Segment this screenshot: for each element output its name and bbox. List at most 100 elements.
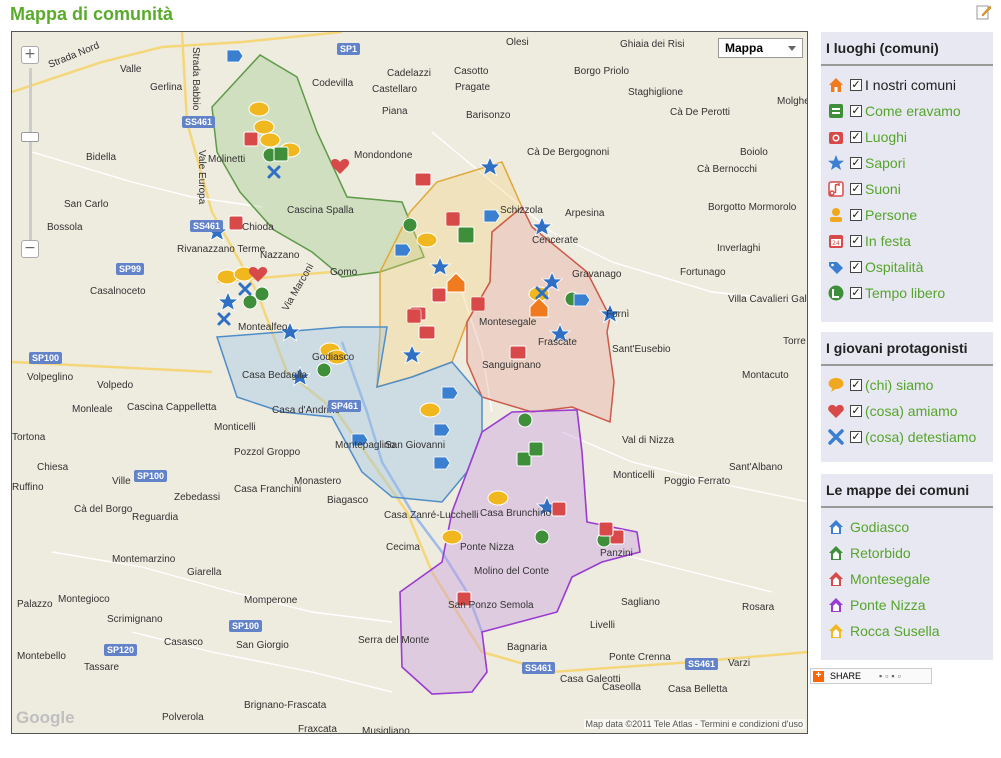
layer-label[interactable]: (cosa) detestiamo bbox=[865, 429, 976, 445]
place-label: Tassare bbox=[84, 662, 120, 673]
edit-icon[interactable] bbox=[976, 4, 992, 20]
place-label: Casalnoceto bbox=[90, 286, 146, 297]
place-label: Codevilla bbox=[312, 78, 354, 89]
layer-item-tempo-libero[interactable]: ✓ Tempo libero bbox=[821, 280, 993, 306]
zoom-in-button[interactable]: + bbox=[21, 46, 39, 64]
place-label: Casa Belletta bbox=[668, 684, 728, 695]
layer-item-i-nostri-comuni[interactable]: ✓ I nostri comuni bbox=[821, 72, 993, 98]
layer-label[interactable]: Ponte Nizza bbox=[850, 597, 925, 613]
zoom-slider-track[interactable] bbox=[29, 68, 32, 248]
place-label: Montegioco bbox=[58, 594, 110, 605]
panel-title: Le mappe dei comuni bbox=[821, 474, 993, 508]
place-label: Casa Brunchino bbox=[480, 508, 552, 519]
place-label: Sagliano bbox=[621, 597, 660, 608]
layer-item-persone[interactable]: ✓ Persone bbox=[821, 202, 993, 228]
layer-label[interactable]: (cosa) amiamo bbox=[865, 403, 958, 419]
layer-item-rocca-susella[interactable]: Rocca Susella bbox=[821, 618, 993, 644]
house-icon bbox=[826, 621, 846, 641]
layer-label[interactable]: (chi) siamo bbox=[865, 377, 933, 393]
layer-item-cosa-amiamo[interactable]: ✓ (cosa) amiamo bbox=[821, 398, 993, 424]
layer-item-sapori[interactable]: ✓ Sapori bbox=[821, 150, 993, 176]
place-label: Giarella bbox=[187, 567, 222, 578]
road-shield: SS461 bbox=[685, 658, 719, 670]
layer-item-godiasco[interactable]: Godiasco bbox=[821, 514, 993, 540]
layer-label[interactable]: Persone bbox=[865, 207, 917, 223]
street-label: Strada Babbio bbox=[190, 47, 201, 111]
place-label: Caseolla bbox=[602, 682, 641, 693]
page-title: Mappa di comunità bbox=[10, 4, 174, 24]
layer-checkbox[interactable]: ✓ bbox=[850, 105, 862, 117]
google-logo: Google bbox=[16, 708, 75, 727]
place-label: Cà Bernocchi bbox=[697, 164, 758, 175]
layer-label[interactable]: Montesegale bbox=[850, 571, 930, 587]
road-shield: SP120 bbox=[104, 644, 138, 656]
place-label: Cà del Borgo bbox=[74, 504, 133, 515]
place-label: Nazzano bbox=[260, 250, 300, 261]
place-label: Cencerate bbox=[532, 235, 579, 246]
place-label: Cà De Perotti bbox=[670, 107, 731, 118]
map[interactable]: + − Mappa Olesi Ghiaia dei Risi Borgo Pr… bbox=[11, 31, 808, 734]
layer-checkbox[interactable]: ✓ bbox=[850, 157, 862, 169]
place-label: Torre Alb bbox=[783, 336, 807, 347]
place-label: Sant'Albano bbox=[729, 462, 783, 473]
house-icon bbox=[826, 569, 846, 589]
heart-icon bbox=[826, 401, 846, 421]
place-label: Val di Nizza bbox=[622, 435, 675, 446]
layer-item-come-eravamo[interactable]: ✓ Come eravamo bbox=[821, 98, 993, 124]
zoom-out-button[interactable]: − bbox=[21, 240, 39, 258]
place-label: Palazzo bbox=[17, 599, 53, 610]
layer-label[interactable]: Rocca Susella bbox=[850, 623, 940, 639]
place-label: Mondondone bbox=[354, 150, 413, 161]
layer-item-montesegale[interactable]: Montesegale bbox=[821, 566, 993, 592]
road-shield: SS461 bbox=[182, 116, 216, 128]
layer-label[interactable]: Sapori bbox=[865, 155, 905, 171]
layer-label[interactable]: Tempo libero bbox=[865, 285, 945, 301]
place-label: Fraxcata bbox=[298, 724, 337, 734]
place-label: Molghe bbox=[777, 96, 808, 107]
layer-checkbox[interactable]: ✓ bbox=[850, 431, 862, 443]
layer-item-cosa-detestiamo[interactable]: ✓ (cosa) detestiamo bbox=[821, 424, 993, 450]
map-type-select[interactable]: Mappa bbox=[718, 38, 803, 58]
layer-item-retorbido[interactable]: Retorbido bbox=[821, 540, 993, 566]
layer-item-luoghi[interactable]: ✓ Luoghi bbox=[821, 124, 993, 150]
layer-item-ponte-nizza[interactable]: Ponte Nizza bbox=[821, 592, 993, 618]
layer-label[interactable]: Come eravamo bbox=[865, 103, 961, 119]
map-attribution[interactable]: Map data ©2011 Tele Atlas - Termini e co… bbox=[583, 719, 805, 729]
place-label: Frascate bbox=[538, 337, 577, 348]
place-label: Cecima bbox=[386, 542, 420, 553]
layer-checkbox[interactable]: ✓ bbox=[850, 405, 862, 417]
layer-item-suoni[interactable]: ✓ Suoni bbox=[821, 176, 993, 202]
house-icon bbox=[826, 517, 846, 537]
layer-checkbox[interactable]: ✓ bbox=[850, 131, 862, 143]
layer-item-chi-siamo[interactable]: ✓ (chi) siamo bbox=[821, 372, 993, 398]
layer-item-in-festa[interactable]: 24 ✓ In festa bbox=[821, 228, 993, 254]
layer-label[interactable]: Luoghi bbox=[865, 129, 907, 145]
panel-title: I giovani protagonisti bbox=[821, 332, 993, 366]
road-shield: SP1 bbox=[337, 43, 361, 55]
layer-label[interactable]: Ospitalità bbox=[865, 259, 923, 275]
place-label: Montemarzino bbox=[112, 554, 176, 565]
layer-item-ospitalit[interactable]: ✓ Ospitalità bbox=[821, 254, 993, 280]
place-label: Panzini bbox=[600, 548, 633, 559]
place-label: Momperone bbox=[244, 595, 298, 606]
layer-checkbox[interactable]: ✓ bbox=[850, 379, 862, 391]
tag-icon bbox=[826, 257, 846, 277]
layer-checkbox[interactable]: ✓ bbox=[850, 183, 862, 195]
layer-label[interactable]: I nostri comuni bbox=[865, 77, 956, 93]
layer-checkbox[interactable]: ✓ bbox=[850, 261, 862, 273]
layer-checkbox[interactable]: ✓ bbox=[850, 209, 862, 221]
layer-checkbox[interactable]: ✓ bbox=[850, 79, 862, 91]
layer-label[interactable]: Suoni bbox=[865, 181, 901, 197]
share-button[interactable]: + SHARE ▪▫▪▫ bbox=[810, 668, 932, 684]
place-label: Cascina Spalla bbox=[287, 205, 354, 216]
place-label: Borgotto Mormorolo bbox=[708, 202, 797, 213]
layer-label[interactable]: Godiasco bbox=[850, 519, 909, 535]
zoom-slider-handle[interactable] bbox=[21, 132, 39, 142]
layer-label[interactable]: In festa bbox=[865, 233, 911, 249]
layer-label[interactable]: Retorbido bbox=[850, 545, 911, 561]
layer-checkbox[interactable]: ✓ bbox=[850, 235, 862, 247]
place-label: Godiasco bbox=[312, 352, 355, 363]
map-type-label: Mappa bbox=[725, 41, 764, 55]
layer-checkbox[interactable]: ✓ bbox=[850, 287, 862, 299]
place-label: Valle bbox=[120, 64, 142, 75]
